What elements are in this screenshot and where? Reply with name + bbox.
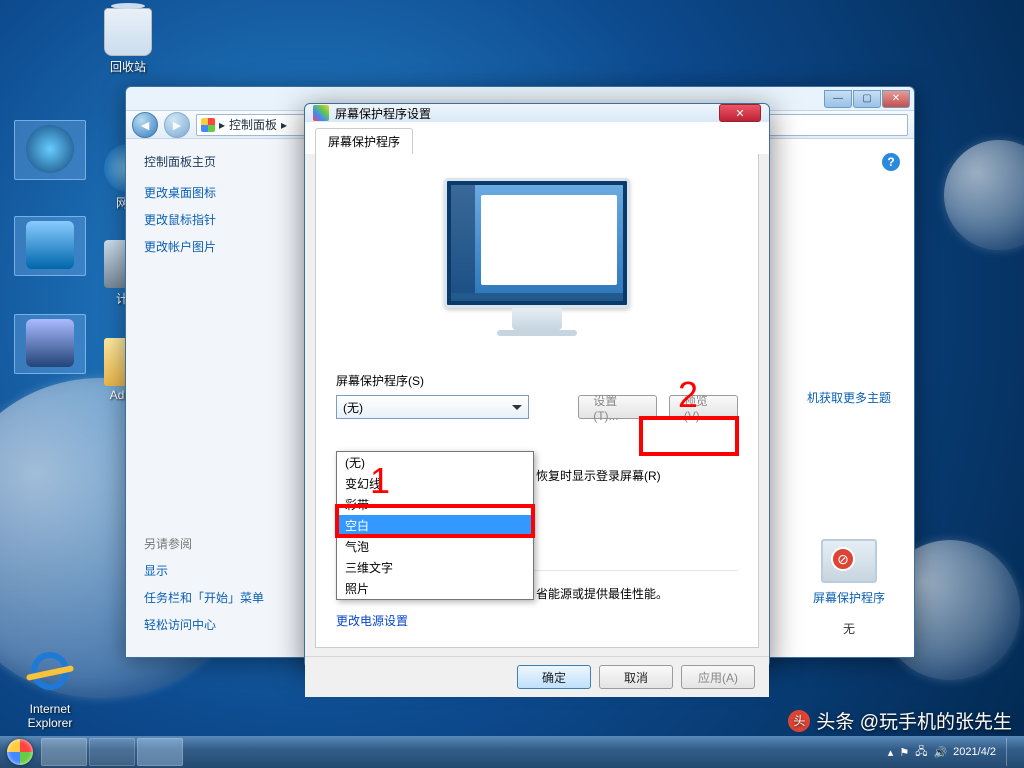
taskbar-item-1[interactable]	[41, 738, 87, 766]
sidebar-home[interactable]: 控制面板主页	[144, 153, 289, 170]
screensaver-combo[interactable]: (无)	[336, 395, 529, 419]
tab-screensaver[interactable]: 屏幕保护程序	[315, 128, 413, 154]
more-themes-link[interactable]: 机获取更多主题	[804, 389, 894, 406]
tray-network-icon[interactable]: 🖧	[915, 743, 927, 762]
screensaver-link[interactable]: 屏幕保护程序	[804, 589, 894, 606]
breadcrumb-root: 控制面板	[229, 116, 277, 133]
ie-icon[interactable]: Internet Explorer	[14, 652, 86, 730]
watermark-text: 头条 @玩手机的张先生	[816, 707, 1012, 734]
help-icon[interactable]: ?	[882, 153, 900, 171]
sidebar-display[interactable]: 显示	[144, 562, 289, 579]
sidebar-see-also: 另请参阅	[144, 535, 289, 552]
taskbar[interactable]: ▴ ⚑ 🖧 🔊 2021/4/2	[0, 736, 1024, 768]
maximize-button[interactable]: ▢	[853, 90, 881, 108]
taskbar-clock[interactable]: 2021/4/2	[953, 746, 996, 758]
sidebar-account-picture[interactable]: 更改帐户图片	[144, 238, 289, 255]
system-tray[interactable]: ▴ ⚑ 🖧 🔊 2021/4/2	[880, 738, 1024, 766]
dialog-button-bar: 确定 取消 应用(A)	[305, 656, 769, 697]
forward-button[interactable]: ►	[164, 112, 190, 138]
option-ribbons[interactable]: 彩带	[337, 494, 533, 515]
option-blank[interactable]: 空白	[337, 515, 533, 536]
screensaver-dropdown[interactable]: (无) 变幻线 彩带 空白 气泡 三维文字 照片	[336, 451, 534, 600]
apply-button[interactable]: 应用(A)	[681, 665, 755, 689]
show-desktop-button[interactable]	[1006, 738, 1016, 766]
desktop-shortcut-3[interactable]	[14, 314, 86, 374]
desktop-shortcut-1[interactable]	[14, 120, 86, 180]
tray-volume-icon[interactable]: 🔊	[933, 746, 947, 759]
option-mystify[interactable]: 变幻线	[337, 473, 533, 494]
settings-button[interactable]: 设置(T)...	[578, 395, 656, 419]
tray-flag-icon[interactable]: ⚑	[899, 746, 909, 759]
ss-titlebar[interactable]: 屏幕保护程序设置 ✕	[305, 104, 769, 122]
sidebar-taskbar[interactable]: 任务栏和「开始」菜单	[144, 589, 289, 606]
back-button[interactable]: ◄	[132, 112, 158, 138]
annotation-label-1: 1	[370, 460, 390, 502]
watermark-icon: 头	[788, 710, 810, 732]
resume-label: 恢复时显示登录屏幕(R)	[536, 469, 661, 483]
power-text: 省能源或提供最佳性能。	[536, 585, 738, 602]
ie-label: Internet Explorer	[14, 702, 86, 730]
close-button[interactable]: ✕	[882, 90, 910, 108]
screensaver-selected: (无)	[343, 399, 363, 416]
taskbar-item-3[interactable]	[137, 738, 183, 766]
option-none[interactable]: (无)	[337, 452, 533, 473]
watermark: 头 头条 @玩手机的张先生	[788, 707, 1012, 734]
sidebar-desktop-icons[interactable]: 更改桌面图标	[144, 184, 289, 201]
option-3dtext[interactable]: 三维文字	[337, 557, 533, 578]
ok-button[interactable]: 确定	[517, 665, 591, 689]
monitor-preview	[444, 178, 630, 342]
annotation-label-2: 2	[678, 374, 698, 416]
cancel-button[interactable]: 取消	[599, 665, 673, 689]
recycle-bin-label: 回收站	[92, 58, 164, 75]
recycle-bin-icon[interactable]: 回收站	[92, 8, 164, 75]
dialog-icon	[313, 105, 329, 121]
minimize-button[interactable]: —	[824, 90, 852, 108]
cp-sidebar: 控制面板主页 更改桌面图标 更改鼠标指针 更改帐户图片 另请参阅 显示 任务栏和…	[126, 139, 308, 657]
tray-chevron-icon[interactable]: ▴	[888, 746, 894, 759]
sidebar-ease-of-access[interactable]: 轻松访问中心	[144, 616, 289, 633]
taskbar-item-2[interactable]	[89, 738, 135, 766]
flag-icon	[201, 118, 215, 132]
sidebar-mouse-pointers[interactable]: 更改鼠标指针	[144, 211, 289, 228]
desktop-shortcut-2[interactable]	[14, 216, 86, 276]
start-button[interactable]	[0, 736, 40, 768]
dialog-close-button[interactable]: ✕	[719, 104, 761, 122]
dialog-title: 屏幕保护程序设置	[335, 105, 431, 122]
screensaver-value: 无	[804, 620, 894, 637]
option-bubbles[interactable]: 气泡	[337, 536, 533, 557]
option-photos[interactable]: 照片	[337, 578, 533, 599]
power-settings-link[interactable]: 更改电源设置	[336, 612, 738, 629]
